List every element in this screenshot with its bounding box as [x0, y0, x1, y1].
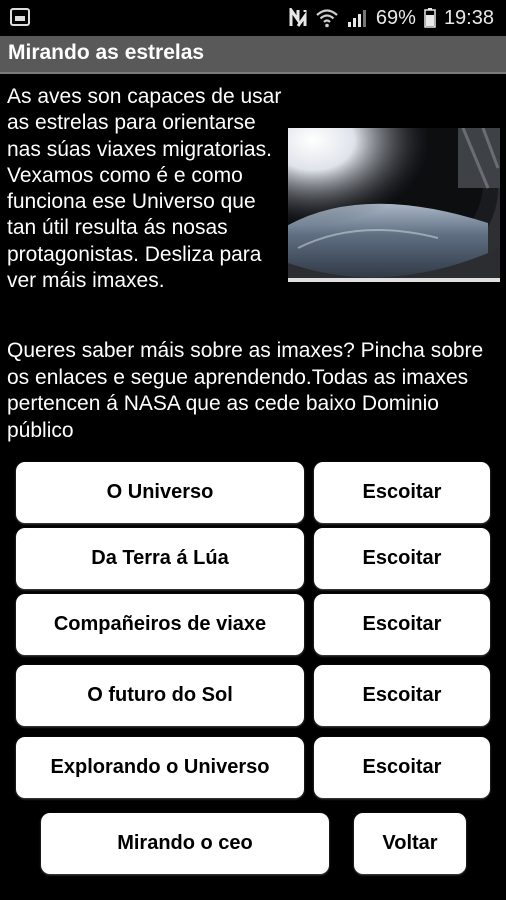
sky-watching-button[interactable]: Mirando o ceo — [41, 813, 329, 874]
listen-button-travel-companions[interactable]: Escoitar — [314, 594, 490, 655]
topic-button-exploring-universe[interactable]: Explorando o Universo — [16, 737, 304, 798]
screenshot-icon — [10, 8, 30, 26]
listen-button-sun-future[interactable]: Escoitar — [314, 665, 490, 726]
topic-button-earth-moon[interactable]: Da Terra á Lúa — [16, 528, 304, 589]
status-icons: 69% 19:38 — [288, 6, 494, 30]
nfc-icon — [289, 8, 307, 27]
listen-button-exploring-universe[interactable]: Escoitar — [314, 737, 490, 798]
battery-percent: 69% — [375, 6, 416, 29]
listen-button-universe[interactable]: Escoitar — [314, 462, 490, 523]
wifi-icon — [316, 9, 338, 28]
topic-button-travel-companions[interactable]: Compañeiros de viaxe — [16, 594, 304, 655]
earth-window-photo[interactable] — [288, 128, 500, 282]
topic-button-sun-future[interactable]: O futuro do Sol — [16, 665, 304, 726]
more-info-text: Queres saber máis sobre as imaxes? Pinch… — [7, 339, 484, 442]
signal-icon — [347, 10, 366, 27]
clock: 19:38 — [443, 6, 494, 29]
page-title: Mirando as estrelas — [8, 41, 205, 64]
intro-text: As aves son capaces de usar as estrelas … — [7, 85, 282, 293]
back-button[interactable]: Voltar — [354, 813, 466, 874]
listen-button-earth-moon[interactable]: Escoitar — [314, 528, 490, 589]
title-bar: Mirando as estrelas — [0, 36, 506, 74]
topic-button-universe[interactable]: O Universo — [16, 462, 304, 523]
status-bar: 69% 19:38 — [0, 0, 506, 36]
battery-icon — [424, 8, 436, 28]
